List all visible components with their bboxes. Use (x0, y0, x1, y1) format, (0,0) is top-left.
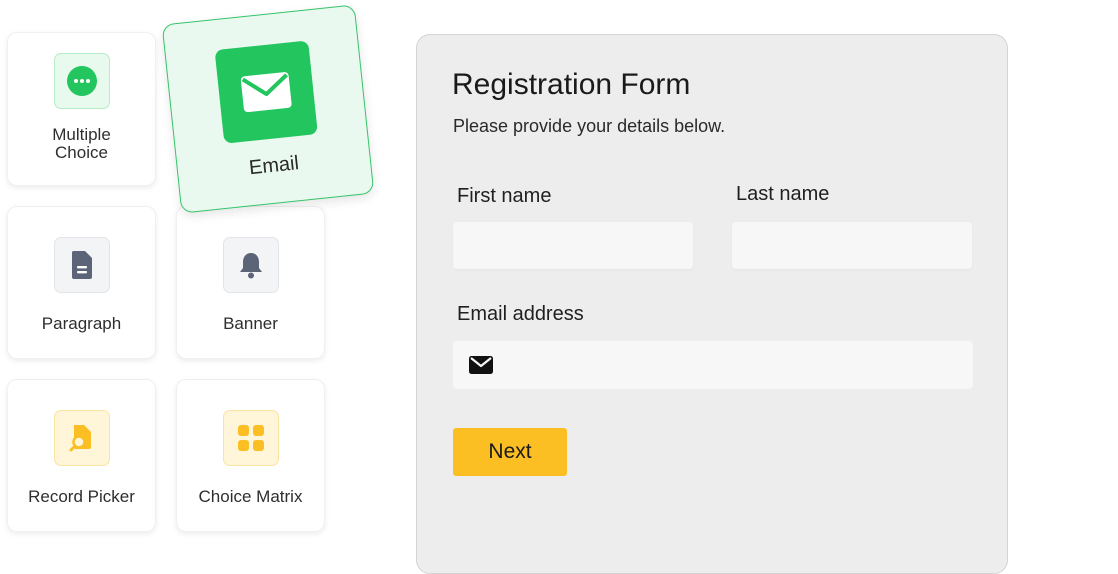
email-address-label: Email address (457, 303, 584, 325)
email-icon-box (214, 40, 318, 144)
record-search-icon (69, 425, 91, 452)
email-input[interactable] (503, 341, 967, 391)
palette-item-label: Email (247, 152, 300, 180)
palette-item-record-picker[interactable]: Record Picker (7, 379, 156, 532)
palette-item-label: Record Picker (28, 487, 135, 506)
palette-item-banner[interactable]: Banner (176, 206, 325, 359)
form-title: Registration Form (452, 68, 691, 101)
more-horizontal-icon (66, 66, 97, 96)
banner-icon-box (222, 237, 279, 293)
palette-item-email-dragging[interactable]: Email (161, 4, 375, 214)
next-button[interactable]: Next (453, 428, 567, 476)
grid-icon (237, 425, 264, 451)
palette-item-label: Banner (223, 314, 278, 333)
form-preview-panel: Registration Form Please provide your de… (416, 34, 1008, 574)
envelope-icon (469, 356, 493, 379)
envelope-icon (240, 72, 292, 113)
document-icon (71, 251, 92, 279)
palette-item-choice-matrix[interactable]: Choice Matrix (176, 379, 325, 532)
last-name-label: Last name (736, 183, 830, 205)
email-field[interactable] (453, 341, 973, 391)
choice-matrix-icon-box (222, 410, 279, 466)
palette-item-label: Paragraph (41, 314, 122, 333)
multiple-choice-icon-box (53, 53, 110, 109)
palette-item-label: Multiple Choice (52, 125, 111, 162)
first-name-label: First name (457, 185, 552, 207)
bell-icon (239, 253, 262, 279)
paragraph-icon-box (53, 237, 110, 293)
record-picker-icon-box (53, 410, 110, 466)
last-name-input[interactable] (732, 222, 972, 269)
palette-item-multiple-choice[interactable]: Multiple Choice (7, 32, 156, 186)
palette-item-paragraph[interactable]: Paragraph (7, 206, 156, 359)
palette-item-label: Choice Matrix (198, 487, 303, 506)
first-name-input[interactable] (453, 222, 693, 269)
form-subtitle: Please provide your details below. (453, 116, 726, 136)
